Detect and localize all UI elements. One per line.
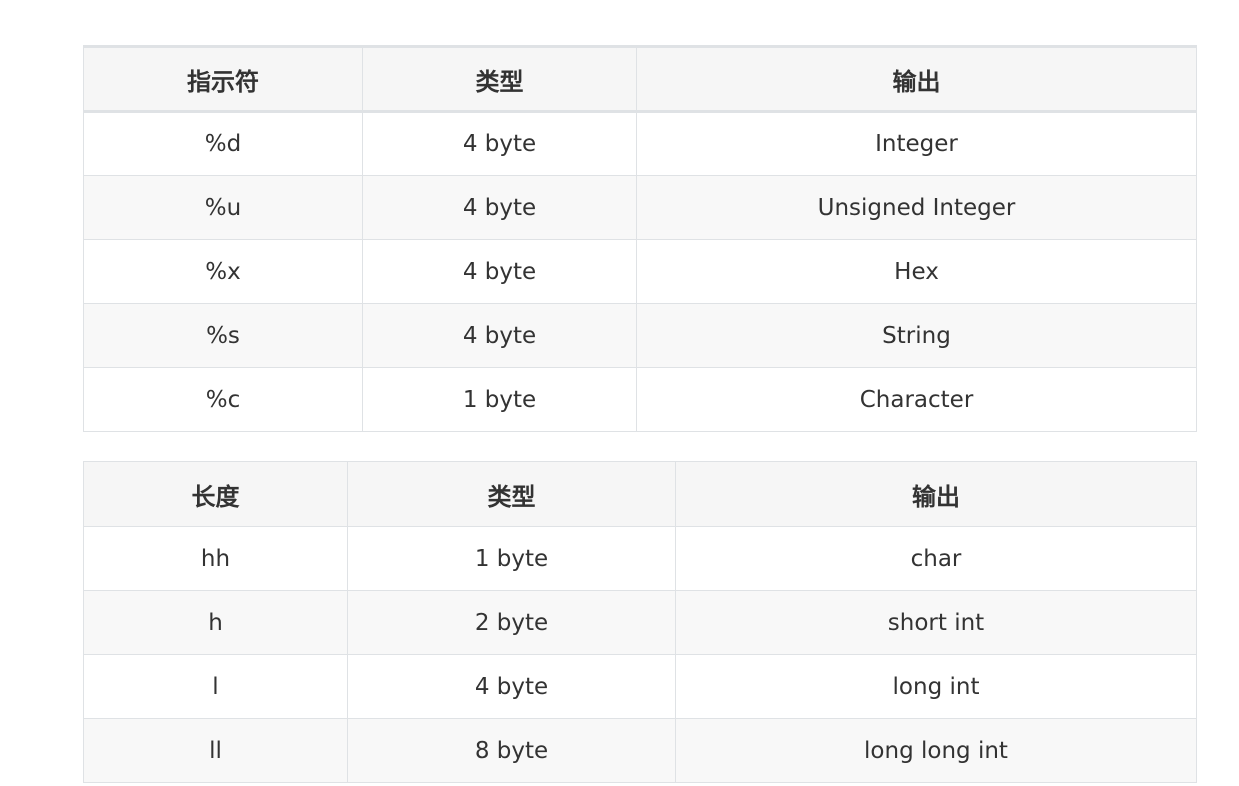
table-cell: %u bbox=[83, 175, 363, 240]
table-row: l 4 byte long int bbox=[83, 654, 1197, 719]
column-header-length: 长度 bbox=[83, 461, 348, 527]
table-cell: ll bbox=[83, 718, 348, 783]
table-cell: Integer bbox=[636, 111, 1197, 176]
table-cell: 4 byte bbox=[362, 175, 637, 240]
table-cell: %d bbox=[83, 111, 363, 176]
column-header-type: 类型 bbox=[347, 461, 676, 527]
table-cell: Hex bbox=[636, 239, 1197, 304]
table-cell: long int bbox=[675, 654, 1197, 719]
table-row: %x 4 byte Hex bbox=[83, 239, 1197, 304]
format-specifier-table: 指示符 类型 输出 %d 4 byte Integer %u 4 byte Un… bbox=[83, 45, 1197, 432]
table-cell: String bbox=[636, 303, 1197, 368]
length-modifier-table: 长度 类型 输出 hh 1 byte char h 2 byte short i… bbox=[83, 461, 1197, 783]
column-header-specifier: 指示符 bbox=[83, 45, 363, 113]
table-cell: 4 byte bbox=[362, 111, 637, 176]
table-row: %c 1 byte Character bbox=[83, 367, 1197, 432]
table-cell: 2 byte bbox=[347, 590, 676, 655]
table-row: hh 1 byte char bbox=[83, 526, 1197, 591]
table-header-row: 指示符 类型 输出 bbox=[83, 45, 1197, 113]
table-row: ll 8 byte long long int bbox=[83, 718, 1197, 783]
table-row: h 2 byte short int bbox=[83, 590, 1197, 655]
table-row: %s 4 byte String bbox=[83, 303, 1197, 368]
table-cell: short int bbox=[675, 590, 1197, 655]
table-cell: 4 byte bbox=[362, 303, 637, 368]
table-cell: %c bbox=[83, 367, 363, 432]
table-cell: 8 byte bbox=[347, 718, 676, 783]
table-header-row: 长度 类型 输出 bbox=[83, 461, 1197, 527]
table-cell: 4 byte bbox=[347, 654, 676, 719]
table-row: %d 4 byte Integer bbox=[83, 111, 1197, 176]
table-cell: char bbox=[675, 526, 1197, 591]
table-cell: h bbox=[83, 590, 348, 655]
table-row: %u 4 byte Unsigned Integer bbox=[83, 175, 1197, 240]
table-cell: %s bbox=[83, 303, 363, 368]
table-cell: hh bbox=[83, 526, 348, 591]
table-cell: long long int bbox=[675, 718, 1197, 783]
table-cell: 4 byte bbox=[362, 239, 637, 304]
table-cell: 1 byte bbox=[347, 526, 676, 591]
column-header-type: 类型 bbox=[362, 45, 637, 113]
table-cell: %x bbox=[83, 239, 363, 304]
column-header-output: 输出 bbox=[675, 461, 1197, 527]
table-cell: l bbox=[83, 654, 348, 719]
column-header-output: 输出 bbox=[636, 45, 1197, 113]
table-cell: 1 byte bbox=[362, 367, 637, 432]
table-cell: Character bbox=[636, 367, 1197, 432]
table-cell: Unsigned Integer bbox=[636, 175, 1197, 240]
